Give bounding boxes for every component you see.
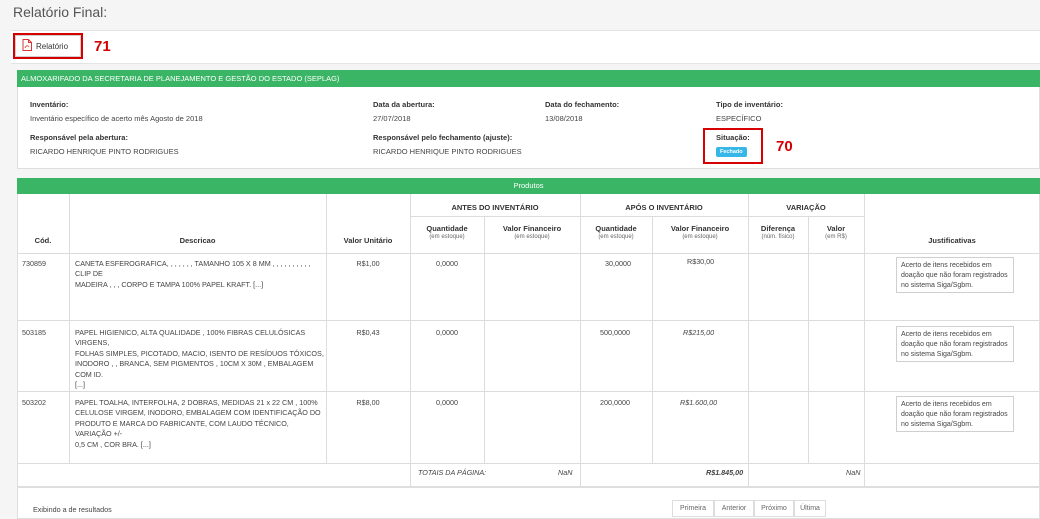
row1-qtd-apos: 30,0000 [605,259,631,268]
inventario-label: Inventário: [30,100,69,109]
totals-label: TOTAIS DA PÁGINA: [418,468,487,477]
inventario-value: Inventário específico de acerto mês Agos… [30,114,203,123]
table-footer [17,487,1040,519]
pdf-icon [22,39,36,53]
pager-last-button[interactable]: Última [794,500,826,517]
col-qtd-antes-header: Quantidade (em estoque) [410,224,484,240]
col-valor-header: Valor (em R$) [808,224,864,240]
row3-justificativa-field[interactable]: Acerto de itens recebidos em doação que … [896,396,1014,432]
row3-valor-unitario: R$8,00 [356,398,380,407]
annotation-71: 71 [94,38,111,55]
pager-first-button[interactable]: Primeira [672,500,714,517]
products-header: Produtos [17,178,1040,194]
row2-descricao: PAPEL HIGIENICO, ALTA QUALIDADE , 100% F… [75,328,325,391]
row1-val-apos: R$30,00 [687,257,715,266]
col-descricao-header: Descricao [179,236,216,245]
row3-qtd-apos: 200,0000 [600,398,630,407]
desc-line: 0,5 CM , COR BRA. [...] [75,439,151,449]
row3-qtd-antes: 0,0000 [436,398,458,407]
desc-line: PAPEL TOALHA, INTERFOLHA, 2 DOBRAS, MEDI… [75,398,318,407]
col-qtd-antes-sub: (em estoque) [429,234,465,240]
group-variacao-header: VARIAÇÃO [786,203,826,212]
col-valor-unitario-header: Valor Unitário [343,236,393,245]
tipo-label: Tipo de inventário: [716,100,783,109]
tipo-value: ESPECÍFICO [716,114,762,123]
col-valor-label: Valor [826,224,846,233]
report-toolbar [11,30,1040,64]
desc-line: CANETA ESFEROGRAFICA, , , , , , , TAMANH… [75,259,311,279]
desc-line: FOLHAS SIMPLES, PICOTADO, MACIO, ISENTO … [75,348,324,358]
row1-descricao: CANETA ESFEROGRAFICA, , , , , , , TAMANH… [75,259,325,290]
pager-previous-button[interactable]: Anterior [714,500,754,517]
col-qtd-apos-label: Quantidade [595,224,637,233]
totals-apos: R$1.845,00 [706,468,744,477]
desc-line: PRODUTO E MARCA DO FABRICANTE, COM LAUDO… [75,418,289,439]
row2-cod: 503185 [22,328,46,337]
col-diferenca-header: Diferença (núm. físico) [748,224,808,240]
row2-valor-unitario: R$0,43 [356,328,380,337]
row1-qtd-antes: 0,0000 [436,259,458,268]
totals-antes: NaN [558,468,573,477]
grid-line [410,216,864,217]
totals-variacao: NaN [846,468,861,477]
row1-cod: 730859 [22,259,46,268]
grid-line [17,391,1040,392]
col-qtd-apos-header: Quantidade (em estoque) [580,224,652,240]
resp-fechamento-label: Responsável pelo fechamento (ajuste): [373,133,513,142]
resp-abertura-value: RICARDO HENRIQUE PINTO RODRIGUES [30,147,179,156]
row2-justificativa-field[interactable]: Acerto de itens recebidos em doação que … [896,326,1014,362]
desc-line: MADEIRA , , , CORPO E TAMPA 100% PAPEL K… [75,279,264,289]
col-diferenca-sub: (núm. físico) [761,234,795,240]
abertura-value: 27/07/2018 [373,114,411,123]
col-diferenca-label: Diferença [760,224,796,233]
col-val-apos-header: Valor Financeiro (em estoque) [652,224,748,240]
grid-line [17,253,1040,254]
page-title: Relatório Final: [13,4,108,20]
row3-val-apos: R$1.600,00 [680,398,718,407]
desc-line: INODORO , , BRANCA, SEM PIGMENTOS , 10CM… [75,359,314,379]
row3-descricao: PAPEL TOALHA, INTERFOLHA, 2 DOBRAS, MEDI… [75,398,325,450]
col-cod-header: Cód. [34,236,52,245]
col-val-apos-label: Valor Financeiro [670,224,730,233]
row1-justificativa-field[interactable]: Acerto de itens recebidos em doação que … [896,257,1014,293]
desc-line: [...] [75,380,85,390]
grid-line [17,320,1040,321]
fechamento-value: 13/08/2018 [545,114,583,123]
group-antes-header: ANTES DO INVENTÁRIO [451,203,539,212]
desc-line: CELULOSE VIRGEM, INODORO, EMBALAGEM COM … [75,408,321,418]
report-pdf-button[interactable]: Relatório [15,35,81,57]
col-val-antes-label: Valor Financeiro [502,224,562,233]
row2-val-apos: R$215,00 [683,328,715,337]
annotation-70: 70 [776,138,793,155]
resp-abertura-label: Responsável pela abertura: [30,133,128,142]
col-valor-sub: (em R$) [825,234,847,240]
col-qtd-antes-label: Quantidade [426,224,468,233]
grid-line [69,194,70,463]
desc-line: PAPEL HIGIENICO, ALTA QUALIDADE , 100% F… [75,328,306,348]
row2-qtd-antes: 0,0000 [436,328,458,337]
pager-next-button[interactable]: Próximo [754,500,794,517]
grid-line [17,463,1040,464]
panel-header: ALMOXARIFADO DA SECRETARIA DE PLANEJAMEN… [17,70,1040,87]
report-button-label: Relatório [36,41,69,51]
col-val-antes-sub: (em estoque) [514,234,550,240]
fechamento-label: Data do fechamento: [545,100,620,109]
row1-valor-unitario: R$1,00 [356,259,380,268]
col-val-apos-sub: (em estoque) [682,234,718,240]
group-apos-header: APÓS O INVENTÁRIO [625,203,703,212]
row3-cod: 503202 [22,398,46,407]
row2-qtd-apos: 500,0000 [600,328,630,337]
results-info: Exibindo a de resultados [33,505,112,514]
col-qtd-apos-sub: (em estoque) [598,234,634,240]
col-justificativas-header: Justificativas [928,236,976,245]
status-badge: Fechado [716,147,747,157]
col-val-antes-header: Valor Financeiro (em estoque) [484,224,580,240]
situacao-label: Situação: [716,133,750,142]
abertura-label: Data da abertura: [373,100,435,109]
resp-fechamento-value: RICARDO HENRIQUE PINTO RODRIGUES [373,147,522,156]
